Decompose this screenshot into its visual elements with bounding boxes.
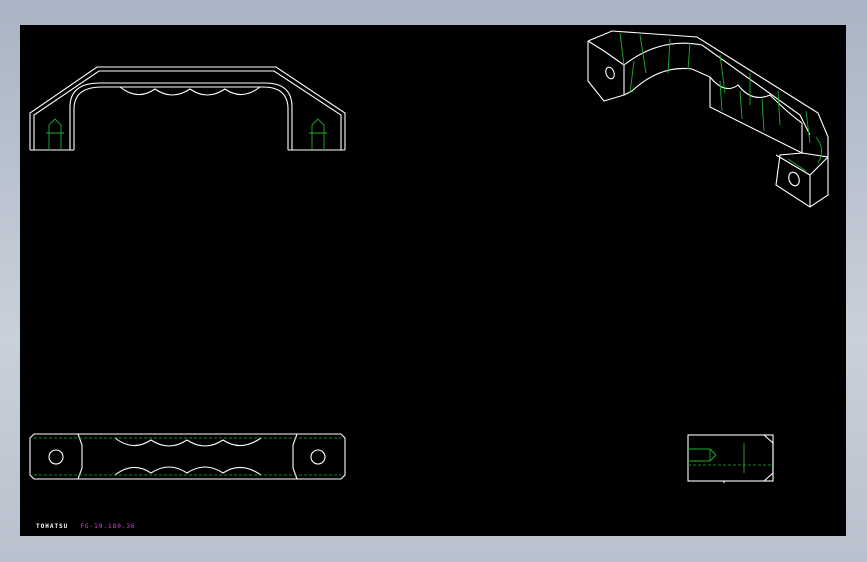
right-screw-hole-hidden — [309, 118, 327, 150]
right-mount-hole — [310, 449, 326, 465]
top-view — [29, 433, 346, 480]
drawing-sheet: TOHATSU FG-19.180.36 — [20, 25, 846, 536]
side-view — [687, 434, 774, 483]
title-block: TOHATSU FG-19.180.36 — [36, 523, 136, 530]
left-mount-hole — [48, 449, 64, 465]
left-screw-hole-hidden — [46, 118, 64, 150]
brand-label: TOHATSU — [36, 523, 69, 530]
part-number-label: FG-19.180.36 — [80, 523, 136, 530]
front-view — [29, 66, 346, 151]
isometric-view — [587, 30, 829, 208]
cad-drawing — [29, 30, 829, 483]
